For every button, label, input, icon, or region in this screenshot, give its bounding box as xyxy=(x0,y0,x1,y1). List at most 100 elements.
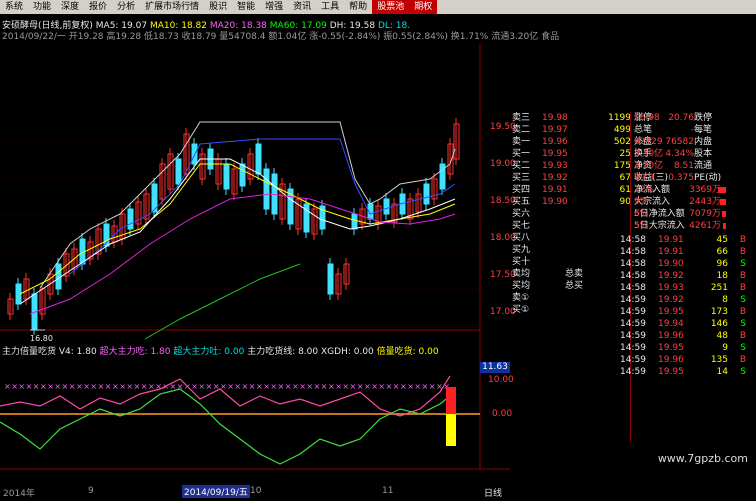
x-marker: × xyxy=(263,382,270,391)
candle-body xyxy=(239,163,246,187)
x-marker: × xyxy=(234,382,241,391)
indicator-x-markers: × × × × × × × × × × × × × × × × × × × × × × × × × × × × × × × × × × × × × × × ×… xyxy=(4,382,450,391)
x-marker: × xyxy=(328,382,335,391)
menu-item-7[interactable]: 智能 xyxy=(232,0,260,14)
stat-value-2: 62129 xyxy=(634,137,663,147)
bid-price: 19.93 xyxy=(542,161,568,171)
date-label-1: 9 xyxy=(88,486,94,496)
x-marker: × xyxy=(105,382,112,391)
date-label-3: 10 xyxy=(250,486,262,496)
menu-item-6[interactable]: 股识 xyxy=(204,0,232,14)
stat-value: 0.375 xyxy=(668,173,694,183)
x-marker: × xyxy=(98,382,105,391)
bid-price: 19.91 xyxy=(542,185,568,195)
menu-item-3[interactable]: 报价 xyxy=(84,0,112,14)
candle-body xyxy=(327,263,334,295)
menu-item-4[interactable]: 分析 xyxy=(112,0,140,14)
date-label-4: 11 xyxy=(382,486,394,496)
bid-volume: 175 xyxy=(613,161,631,171)
watermark: www.7gpzb.com xyxy=(657,452,748,465)
flow-bar xyxy=(723,223,726,229)
flow-pct: 5% xyxy=(634,221,649,231)
ask-volume: 1199 xyxy=(608,113,631,123)
bid-price: 19.92 xyxy=(542,173,568,183)
menu-item-11[interactable]: 帮助 xyxy=(344,0,372,14)
panel-row: 5日净流入额 7079万 6% xyxy=(634,208,756,220)
book-extra-label: 买六 xyxy=(512,209,531,219)
x-marker: × xyxy=(342,382,349,391)
candle-body xyxy=(423,183,430,205)
stat-value-2: 3.20亿 xyxy=(634,161,664,171)
tick-side: S xyxy=(740,259,746,269)
tick-side: B xyxy=(739,283,746,293)
menu-item-2[interactable]: 深度 xyxy=(56,0,84,14)
x-marker: × xyxy=(314,382,321,391)
x-marker: × xyxy=(400,382,407,391)
tick-time: 14:59 xyxy=(620,319,646,329)
x-marker: × xyxy=(69,382,76,391)
menu-item-0[interactable]: 系统 xyxy=(0,0,28,14)
flow-pct: 9% xyxy=(634,197,649,207)
tick-price: 19.94 xyxy=(658,319,684,329)
tick-side: B xyxy=(739,271,746,281)
tick-price: 19.95 xyxy=(658,307,684,317)
x-marker: × xyxy=(429,382,436,391)
menu-item-red-0[interactable]: 股票池 xyxy=(372,0,410,14)
flow-value: 7079万 xyxy=(689,209,721,219)
menu-item-9[interactable]: 资讯 xyxy=(288,0,316,14)
kline-chart-area[interactable]: 安硕酵母(日线,前复权) MA5: 19.07 MA10: 18.82 MA20… xyxy=(0,14,559,499)
tick-time: 14:59 xyxy=(620,343,646,353)
x-marker: × xyxy=(371,382,378,391)
tick-price: 19.90 xyxy=(658,259,684,269)
tick-side: S xyxy=(740,367,746,377)
tick-side: B xyxy=(739,307,746,317)
book-extra-label: 买七 xyxy=(512,221,531,231)
date-label-0: 2014年 xyxy=(3,489,35,499)
tick-volume: 14 xyxy=(716,367,728,377)
panel-row: 收益(三) 0.375 PE(动) 39.9 xyxy=(634,172,756,184)
x-marker: × xyxy=(11,382,18,391)
ask-price: 19.98 xyxy=(542,113,568,123)
menu-item-8[interactable]: 增强 xyxy=(260,0,288,14)
menu-item-red-1[interactable]: 期权 xyxy=(409,0,438,14)
panel-row: 净资 8.51 流通 3.20亿 xyxy=(634,160,756,172)
menu-item-1[interactable]: 功能 xyxy=(28,0,56,14)
stat-label-2: 流通 xyxy=(694,161,713,171)
period-label[interactable]: 日线 xyxy=(484,486,502,499)
indicator-header: 主力倍量吃货 V4: 1.80 超大主力吃: 1.80 超大主力吐: 0.00 … xyxy=(2,344,439,357)
x-marker: × xyxy=(364,382,371,391)
indicator-c: 主力吃货线: 8.00 xyxy=(247,347,319,357)
x-marker: × xyxy=(393,382,400,391)
tick-price: 19.92 xyxy=(658,295,684,305)
bid-level-label: 买三 xyxy=(512,173,531,183)
tick-price: 19.96 xyxy=(658,331,684,341)
panel-row: 14:58 19.92 18 B xyxy=(620,270,756,282)
ask-level-label: 卖三 xyxy=(512,113,531,123)
flow-pct: 6% xyxy=(634,209,649,219)
menu-item-5[interactable]: 扩展市场行情 xyxy=(140,0,204,14)
x-marker: × xyxy=(119,382,126,391)
candle-body xyxy=(303,203,310,233)
flow-value: 4261万 xyxy=(689,221,721,231)
book-extra-label: 买十 xyxy=(512,257,531,267)
stat-label-2: PE(动) xyxy=(694,173,722,183)
indicator-name: 主力倍量吃货 V4: 1.80 xyxy=(2,347,97,357)
menu-item-10[interactable]: 工具 xyxy=(316,0,344,14)
panel-row: 14:59 19.92 8 S xyxy=(620,294,756,306)
x-marker: × xyxy=(198,382,205,391)
low-price-label: 16.80 xyxy=(30,334,53,343)
tick-side: B xyxy=(739,331,746,341)
stat-value-2: 3.30亿 xyxy=(634,149,664,159)
stat-label-2: 跌停 xyxy=(694,113,713,123)
book-extra-label: 买九 xyxy=(512,245,531,255)
tick-price: 19.91 xyxy=(658,247,684,257)
x-marker: × xyxy=(321,382,328,391)
ask-level-label: 卖一 xyxy=(512,137,531,147)
candle-body xyxy=(127,208,134,230)
candle-body xyxy=(351,213,358,230)
tick-volume: 251 xyxy=(710,283,728,293)
flow-bar xyxy=(720,199,726,205)
tick-time: 14:58 xyxy=(620,247,646,257)
tick-volume: 66 xyxy=(716,247,728,257)
ask-price: 19.96 xyxy=(542,137,568,147)
